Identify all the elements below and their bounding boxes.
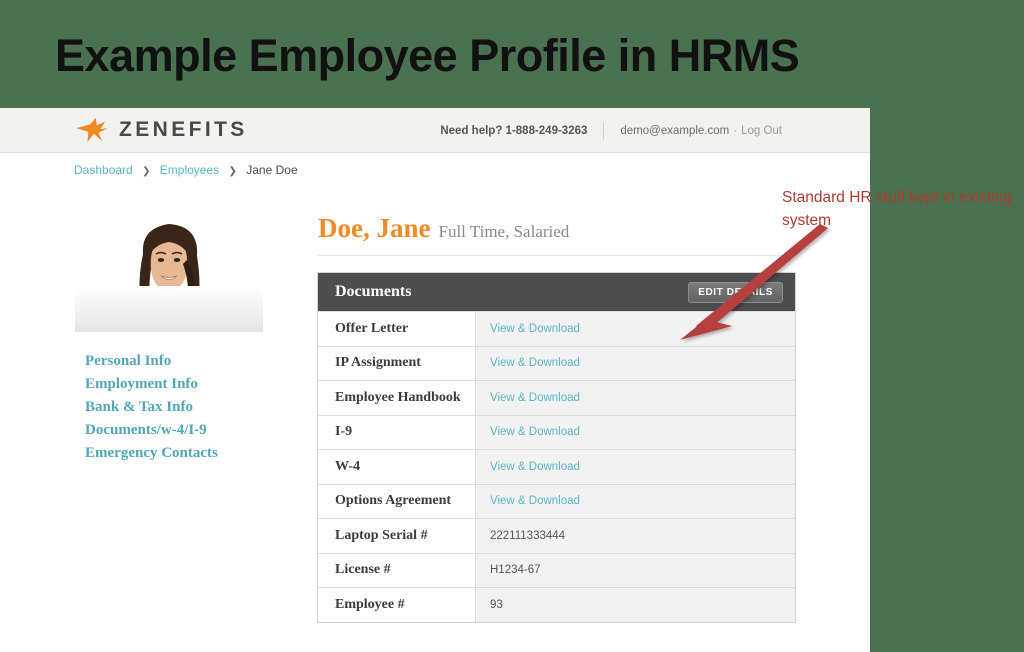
annotation-text: Standard HR stuff kept in existing syste… — [782, 189, 1012, 229]
view-download-link[interactable]: View & Download — [490, 461, 580, 473]
employee-name: Doe, Jane — [318, 213, 431, 243]
account-email: demo@example.com — [620, 125, 730, 137]
edit-details-button[interactable]: EDIT DETAILS — [688, 281, 783, 303]
row-label: License # — [318, 553, 476, 587]
breadcrumb-item-dashboard[interactable]: Dashboard — [74, 163, 133, 177]
breadcrumb-item-current: Jane Doe — [246, 163, 298, 177]
view-download-link[interactable]: View & Download — [490, 323, 580, 335]
row-label: IP Assignment — [318, 346, 476, 380]
zenefits-logo-text: ZENEFITS — [119, 118, 248, 141]
app-topbar: ZENEFITS Need help? 1-888-249-3263 demo@… — [0, 108, 870, 153]
row-value: H1234-67 — [476, 553, 795, 587]
documents-card-header: Documents EDIT DETAILS — [318, 273, 795, 311]
heading-divider — [318, 255, 796, 256]
row-value: View & Download — [476, 415, 795, 449]
employee-heading: Doe, Jane Full Time, Salaried — [318, 213, 569, 244]
breadcrumb-separator-icon: ❯ — [228, 166, 237, 177]
topbar-right-group: Need help? 1-888-249-3263 demo@example.c… — [440, 122, 782, 140]
row-value: View & Download — [476, 346, 795, 380]
sidebar-item-employment-info[interactable]: Employment Info — [85, 376, 218, 393]
photo-bottom-gradient — [75, 286, 263, 332]
need-help-label: Need help? — [440, 125, 503, 137]
breadcrumb-separator-icon: ❯ — [142, 166, 151, 177]
row-value: View & Download — [476, 484, 795, 518]
row-value: View & Download — [476, 450, 795, 484]
row-label: I-9 — [318, 415, 476, 449]
table-row: I-9 View & Download — [318, 414, 795, 449]
account-separator: · — [733, 125, 738, 137]
row-value: View & Download — [476, 381, 795, 415]
page-title: Example Employee Profile in HRMS — [55, 30, 800, 81]
sidebar-item-personal-info[interactable]: Personal Info — [85, 353, 218, 370]
hummingbird-logo-icon — [76, 117, 108, 143]
sidebar-item-emergency-contacts[interactable]: Emergency Contacts — [85, 445, 218, 462]
zenefits-logo[interactable]: ZENEFITS — [74, 116, 248, 144]
view-download-link[interactable]: View & Download — [490, 392, 580, 404]
row-label: W-4 — [318, 450, 476, 484]
sidebar-item-bank-tax-info[interactable]: Bank & Tax Info — [85, 399, 218, 416]
support-phone-number: 1-888-249-3263 — [505, 125, 588, 137]
table-row: Laptop Serial # 222111333444 — [318, 518, 795, 553]
row-label: Laptop Serial # — [318, 519, 476, 553]
table-row: Employee # 93 — [318, 587, 795, 622]
view-download-link[interactable]: View & Download — [490, 357, 580, 369]
row-value: View & Download — [476, 312, 795, 346]
avatar — [75, 208, 263, 332]
table-row: Offer Letter View & Download — [318, 311, 795, 346]
row-label: Options Agreement — [318, 484, 476, 518]
employee-status: Full Time, Salaried — [438, 222, 570, 241]
sidebar-item-documents[interactable]: Documents/w-4/I-9 — [85, 422, 218, 439]
logout-link[interactable]: Log Out — [741, 125, 782, 137]
view-download-link[interactable]: View & Download — [490, 495, 580, 507]
table-row: IP Assignment View & Download — [318, 345, 795, 380]
breadcrumb-item-employees[interactable]: Employees — [160, 163, 219, 177]
row-value: 93 — [476, 588, 795, 622]
table-row: Options Agreement View & Download — [318, 483, 795, 518]
sidebar-nav: Personal Info Employment Info Bank & Tax… — [85, 353, 218, 462]
table-row: License # H1234-67 — [318, 552, 795, 587]
view-download-link[interactable]: View & Download — [490, 426, 580, 438]
row-value: 222111333444 — [476, 519, 795, 553]
row-label: Offer Letter — [318, 312, 476, 346]
documents-card: Documents EDIT DETAILS Offer Letter View… — [317, 272, 796, 623]
app-screenshot-panel: ZENEFITS Need help? 1-888-249-3263 demo@… — [0, 108, 870, 652]
row-label: Employee # — [318, 588, 476, 622]
documents-card-title: Documents — [335, 283, 412, 300]
table-row: Employee Handbook View & Download — [318, 380, 795, 415]
table-row: W-4 View & Download — [318, 449, 795, 484]
topbar-divider — [603, 122, 605, 140]
breadcrumb: Dashboard ❯ Employees ❯ Jane Doe — [74, 163, 298, 177]
row-label: Employee Handbook — [318, 381, 476, 415]
